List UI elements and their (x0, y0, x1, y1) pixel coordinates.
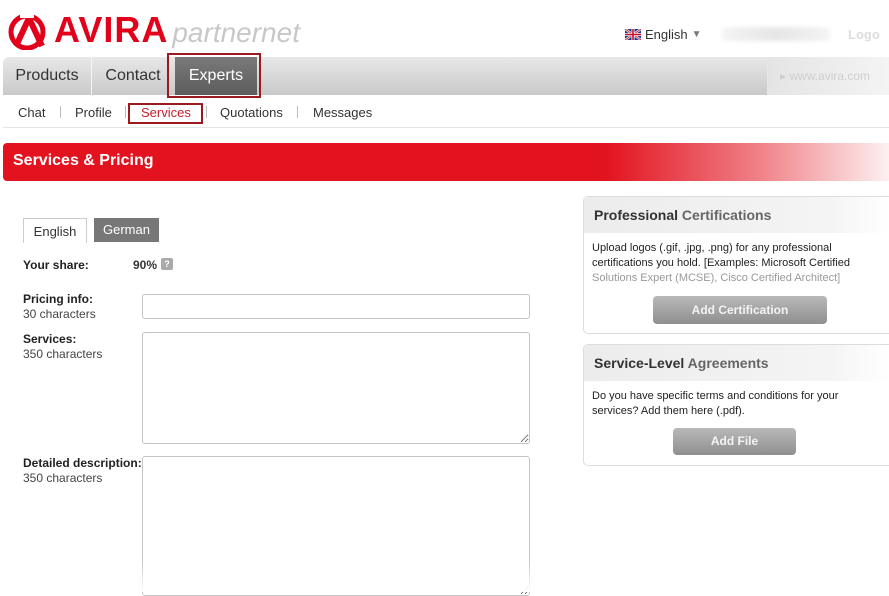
nav-contact[interactable]: Contact (93, 57, 173, 95)
experts-highlight-frame (167, 53, 261, 98)
certifications-text-line: Solutions Expert (MCSE), Cisco Certified… (592, 272, 841, 284)
help-icon[interactable]: ? (161, 258, 173, 270)
services-label: Services: (23, 332, 77, 346)
sla-title-bold: Service-Level (594, 355, 685, 371)
subnav-divider (60, 106, 61, 118)
subnav-divider (297, 106, 298, 118)
tab-english[interactable]: English (23, 218, 87, 243)
pricing-label: Pricing info: (23, 292, 93, 306)
avira-logo[interactable]: AVIRA partnernet (6, 10, 300, 50)
avira-umbrella-icon (8, 10, 46, 50)
subnav-divider (125, 106, 126, 118)
services-hint: 350 characters (23, 347, 103, 361)
subnav-profile[interactable]: Profile (75, 105, 112, 120)
nav-products[interactable]: Products (3, 57, 92, 95)
main-navigation: Products Contact Experts (3, 57, 889, 95)
add-certification-button[interactable]: Add Certification (653, 296, 827, 324)
certifications-description: Upload logos (.gif, .jpg, .png) for any … (584, 233, 889, 286)
sla-description: Do you have specific terms and condition… (584, 381, 889, 419)
logout-link[interactable]: Logo (848, 27, 880, 42)
add-file-button[interactable]: Add File (673, 428, 796, 455)
sla-text-line: services? Add them here (.pdf). (592, 405, 745, 417)
certifications-text-line: Upload logos (.gif, .jpg, .png) for any … (592, 242, 832, 254)
brand-suffix: partnernet (172, 17, 300, 48)
site-link[interactable]: ▸ www.avira.com (767, 57, 889, 95)
page-title: Services & Pricing (13, 152, 154, 169)
detail-hint: 350 characters (23, 471, 103, 485)
brand-name: AVIRA (54, 9, 169, 50)
subnav-messages[interactable]: Messages (313, 105, 372, 120)
services-textarea[interactable] (142, 332, 530, 444)
uk-flag-icon (625, 29, 641, 40)
language-selector[interactable]: English ▼ (625, 27, 702, 42)
subnav-quotations[interactable]: Quotations (220, 105, 283, 120)
arrow-right-icon: ▸ (780, 69, 790, 83)
user-name-blurred (722, 27, 830, 41)
certifications-text-line: certifications you hold. [Examples: Micr… (592, 257, 850, 269)
chevron-down-icon: ▼ (691, 29, 702, 40)
subnav-chat[interactable]: Chat (18, 105, 45, 120)
sla-text-line: Do you have specific terms and condition… (592, 390, 839, 402)
pricing-hint: 30 characters (23, 307, 96, 321)
share-label: Your share: (23, 258, 89, 272)
certifications-panel: Professional Certifications Upload logos… (583, 196, 889, 334)
site-link-label: www.avira.com (789, 69, 871, 83)
sla-title-rest: Agreements (687, 355, 769, 371)
sla-panel: Service-Level Agreements Do you have spe… (583, 344, 889, 466)
tab-german[interactable]: German (94, 218, 159, 242)
pricing-info-input[interactable] (142, 294, 530, 319)
language-label: English (645, 27, 688, 42)
certifications-title-bold: Professional (594, 207, 679, 223)
share-value: 90% (133, 258, 158, 272)
detail-label: Detailed description: (23, 456, 142, 470)
certifications-title-rest: Certifications (681, 207, 772, 223)
certifications-panel-title: Professional Certifications (584, 197, 889, 233)
services-highlight-frame (128, 103, 203, 124)
subnav-divider (206, 106, 207, 118)
bottom-fade (0, 560, 560, 592)
sla-panel-title: Service-Level Agreements (584, 345, 889, 381)
